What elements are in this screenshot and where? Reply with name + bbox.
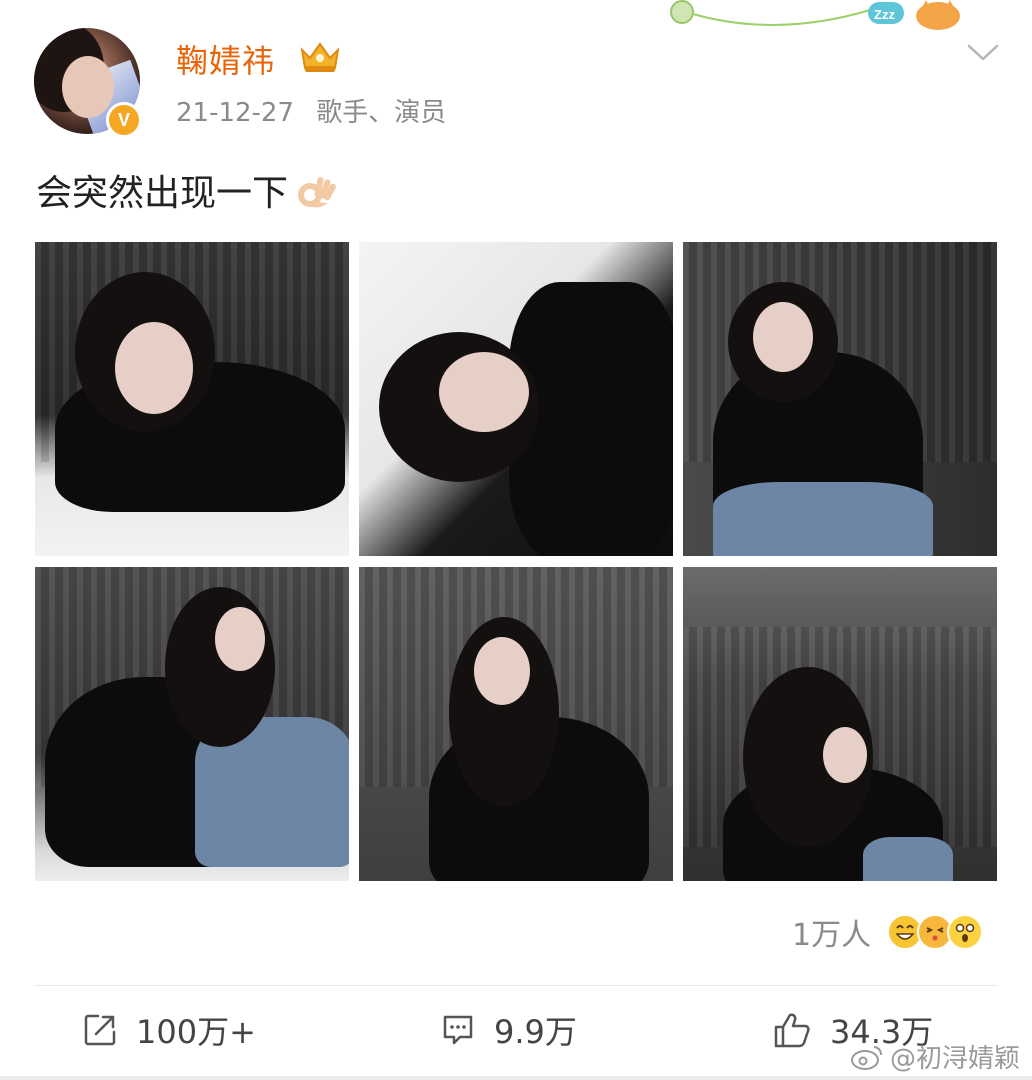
comment-count: 9.9万: [494, 1013, 577, 1051]
comment-button[interactable]: 9.9万: [440, 1004, 577, 1056]
divider: [35, 985, 997, 986]
photo-4[interactable]: [35, 567, 349, 881]
reaction-count: 1万人: [792, 918, 872, 953]
author-name[interactable]: 鞠婧祎: [176, 36, 275, 82]
watermark: @初浔婧颖: [850, 1038, 1020, 1075]
chevron-down-icon[interactable]: [966, 40, 1000, 64]
ok-hand-icon: [298, 177, 336, 208]
author-bio: 歌手、演员: [316, 98, 447, 128]
comment-icon: [443, 1015, 473, 1045]
verified-badge-letter: V: [117, 109, 130, 130]
vip-crown-icon: [300, 42, 340, 72]
weibo-logo-icon: [851, 1045, 882, 1070]
thumbs-up-icon: [774, 1013, 810, 1048]
bottom-bar: [0, 1076, 1032, 1080]
watermark-text: @初浔婧颖: [890, 1044, 1021, 1074]
photo-6[interactable]: [683, 567, 997, 881]
post-text-content: 会突然出现一下: [36, 173, 289, 214]
post-date: 21-12-27: [176, 98, 295, 128]
theme-decoration: Zzz: [670, 0, 960, 30]
photo-1[interactable]: [35, 242, 349, 556]
svg-text:Zzz: Zzz: [874, 7, 895, 22]
post-meta: 21-12-27 歌手、演员: [176, 92, 446, 129]
photo-2[interactable]: [359, 242, 673, 556]
photo-3[interactable]: [683, 242, 997, 556]
photo-grid: [35, 242, 997, 882]
reactions[interactable]: 1万人: [792, 910, 984, 954]
share-icon: [84, 1014, 116, 1046]
surprise-icon: [947, 914, 984, 950]
share-button[interactable]: 100万+: [82, 1004, 256, 1056]
post-text: 会突然出现一下: [36, 164, 338, 216]
photo-5[interactable]: [359, 567, 673, 881]
share-count: 100万+: [136, 1013, 256, 1051]
verified-badge-icon: V: [106, 102, 142, 138]
